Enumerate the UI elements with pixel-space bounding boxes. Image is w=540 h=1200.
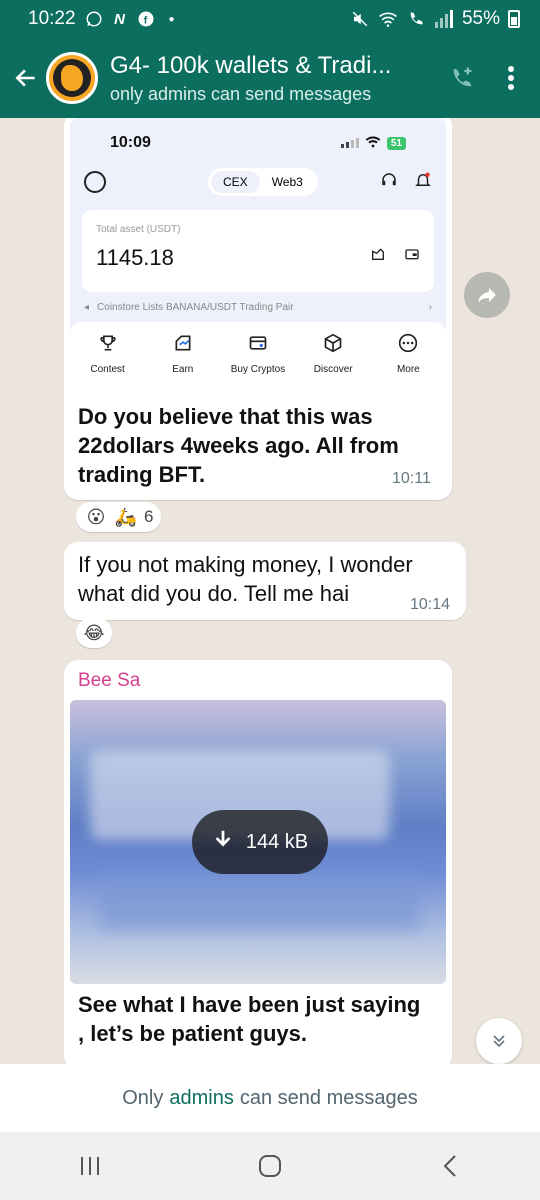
status-bar: 10:22 N f ● 55% [0, 0, 540, 38]
chat-title-area[interactable]: G4- 100k wallets & Tradi... only admins … [110, 52, 440, 105]
headset-icon [380, 171, 398, 194]
back-nav-icon[interactable] [420, 1146, 480, 1186]
admins-only-notice: Only admins can send messages [0, 1064, 540, 1132]
reaction-pill[interactable]: 😮 🛵 6 [76, 502, 162, 532]
cube-icon [322, 332, 344, 354]
netflix-icon: N [114, 10, 125, 28]
menu-buy-cryptos: Buy Cryptos [226, 332, 290, 398]
message-time: 10:11 [392, 470, 431, 487]
group-avatar[interactable] [46, 52, 98, 104]
asset-card: Total asset (USDT) 1145.18 [82, 210, 434, 292]
signal-icon [434, 9, 454, 29]
message-body: If you not making money, I wonder what d… [78, 552, 413, 606]
asset-label: Total asset (USDT) [96, 224, 181, 235]
menu-more: More [376, 332, 440, 398]
facebook-icon: f [136, 9, 156, 29]
download-size: 144 kB [245, 830, 309, 853]
screenshot-menu: Contest Earn Buy Cryptos Discover More [70, 322, 446, 398]
message-screenshot[interactable]: 10:09 51 CEX Web3 Total asset (USDT) 114… [64, 118, 452, 500]
svg-text:f: f [143, 15, 147, 27]
blurred-image[interactable]: 144 kB [70, 700, 446, 984]
laughing-face-icon: 😂 [83, 622, 105, 643]
phone-battery: 51 [386, 136, 406, 150]
mute-icon [350, 9, 370, 29]
wifi-icon [378, 9, 398, 29]
menu-earn: Earn [151, 332, 215, 398]
message-caption: Do you believe that this was 22dollars 4… [78, 404, 399, 487]
sender-name[interactable]: Bee Sa [78, 670, 446, 692]
chevron-right-icon: › [428, 302, 432, 313]
phone-signal-icon [340, 138, 359, 148]
group-subtitle: only admins can send messages [110, 83, 372, 104]
more-vert-icon[interactable] [496, 56, 526, 100]
message-text[interactable]: If you not making money, I wonder what d… [64, 542, 466, 620]
chart-icon [370, 246, 386, 265]
earn-icon [172, 332, 194, 354]
message-caption: See what I have been just saying , let’s… [78, 992, 421, 1046]
battery-percent: 55% [461, 8, 500, 29]
back-arrow-icon[interactable] [6, 58, 46, 98]
wallet-icon [404, 246, 420, 265]
home-icon[interactable] [240, 1146, 300, 1186]
more-dots-icon [397, 332, 419, 354]
tab-cex: CEX [211, 171, 260, 193]
group-title: G4- 100k wallets & Tradi... [110, 51, 392, 79]
bell-icon [414, 171, 432, 194]
battery-icon [508, 10, 520, 28]
recents-icon[interactable] [60, 1146, 120, 1186]
download-button[interactable]: 144 kB [192, 810, 328, 874]
ticker-text: Coinstore Lists BANANA/USDT Trading Pair [97, 302, 294, 313]
download-icon [212, 828, 234, 856]
whatsapp-icon [84, 9, 104, 29]
message-image[interactable]: Bee Sa 144 kB See what I have been just … [64, 660, 452, 1064]
cex-web3-toggle: CEX Web3 [208, 168, 318, 196]
system-nav-bar [0, 1132, 540, 1200]
scroll-down-icon[interactable] [476, 1018, 522, 1064]
card-icon [247, 332, 269, 354]
forward-icon[interactable] [464, 272, 510, 318]
call-icon [406, 9, 426, 29]
message-time: 10:14 [410, 596, 451, 613]
menu-contest: Contest [76, 332, 140, 398]
tab-web3: Web3 [271, 175, 303, 189]
africa-map-icon [61, 65, 83, 91]
add-call-icon[interactable] [440, 56, 484, 100]
dot-icon: ● [168, 13, 175, 25]
phone-time: 10:09 [110, 134, 151, 151]
menu-discover: Discover [301, 332, 365, 398]
user-icon [84, 171, 106, 193]
reaction-pill[interactable]: 😂 [76, 618, 112, 648]
status-time: 10:22 [28, 8, 76, 29]
megaphone-icon: ◂ [84, 302, 90, 313]
admins-link[interactable]: admins [169, 1087, 233, 1110]
phone-wifi-icon [365, 135, 381, 151]
chat-header: G4- 100k wallets & Tradi... only admins … [0, 38, 540, 118]
scooter-icon: 🛵 [114, 506, 138, 527]
surprised-face-icon: 😮 [86, 506, 106, 527]
chat-area[interactable]: 10:09 51 CEX Web3 Total asset (USDT) 114… [0, 118, 540, 1064]
trophy-icon [97, 332, 119, 354]
reaction-count: 6 [144, 507, 154, 526]
